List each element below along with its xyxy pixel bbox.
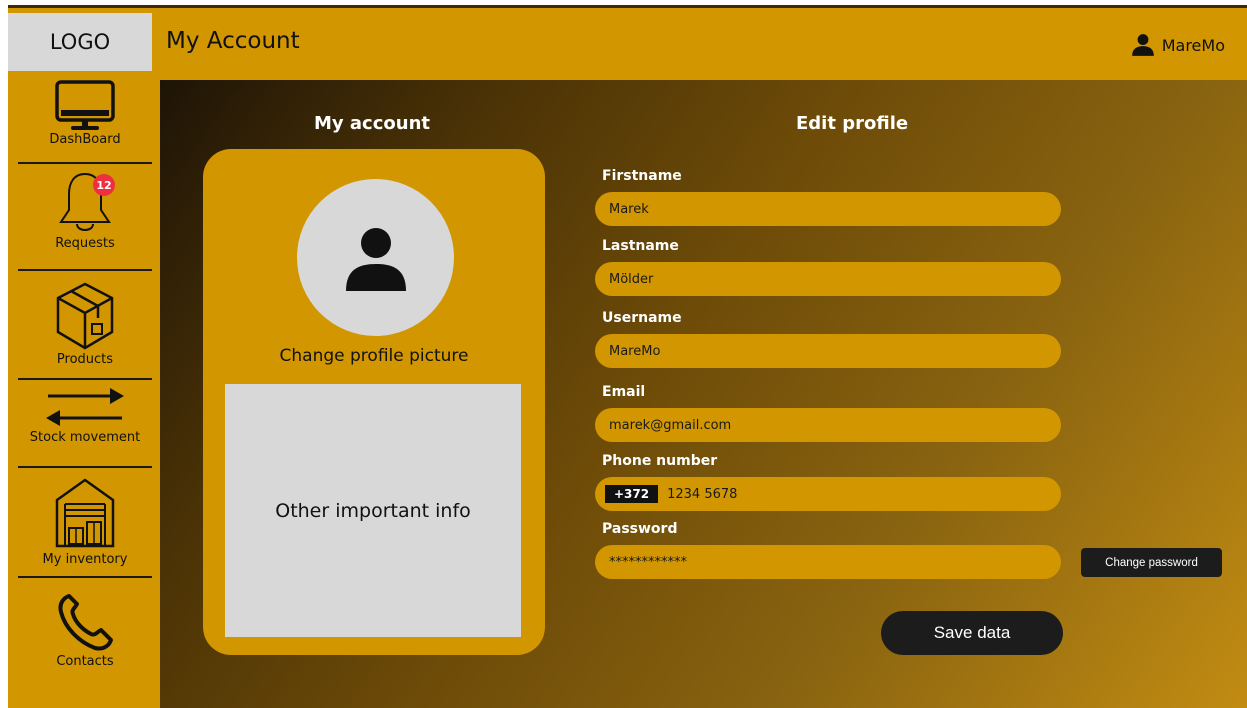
divider [18, 162, 152, 164]
page-title: My Account [166, 28, 300, 54]
firstname-value: Marek [609, 201, 649, 217]
firstname-field[interactable]: Marek [595, 192, 1061, 226]
divider [18, 576, 152, 578]
change-profile-picture-link[interactable]: Change profile picture [203, 346, 545, 366]
lastname-label: Lastname [602, 238, 679, 254]
edit-profile-heading: Edit profile [796, 113, 909, 134]
notification-badge: 12 [93, 174, 115, 196]
username-value: MareMo [609, 343, 661, 359]
divider [18, 269, 152, 271]
monitor-icon [55, 80, 115, 130]
divider [18, 378, 152, 380]
warehouse-icon [55, 478, 115, 548]
user-icon [345, 227, 406, 291]
divider [18, 466, 152, 468]
change-password-button[interactable]: Change password [1081, 548, 1222, 577]
password-value: ************ [609, 554, 687, 570]
email-label: Email [602, 384, 646, 400]
sidebar-item-requests[interactable]: Requests 12 [18, 170, 152, 251]
sidebar-item-label: My inventory [42, 552, 128, 567]
avatar[interactable] [297, 179, 454, 336]
sidebar-item-products[interactable]: Products [18, 280, 152, 367]
sidebar-item-label: Stock movement [29, 430, 141, 445]
save-data-button[interactable]: Save data [881, 611, 1063, 655]
firstname-label: Firstname [602, 168, 682, 184]
sidebar-item-my-inventory[interactable]: My inventory [18, 474, 152, 567]
logo[interactable]: LOGO [8, 13, 152, 71]
phone-field[interactable]: +372 1234 5678 [595, 477, 1061, 511]
sidebar-item-label: Contacts [56, 654, 114, 669]
box-icon [56, 282, 114, 350]
sidebar-item-dashboard[interactable]: DashBoard [18, 80, 152, 147]
sidebar-item-stock-movement[interactable]: Stock movement [18, 384, 152, 445]
my-account-heading: My account [314, 113, 430, 134]
arrows-icon [46, 388, 124, 426]
sidebar: DashBoard Requests 12 Products Stock mov… [8, 78, 160, 708]
sidebar-item-label: Requests [55, 236, 115, 251]
username-field[interactable]: MareMo [595, 334, 1061, 368]
password-field[interactable]: ************ [595, 545, 1061, 579]
lastname-field[interactable]: Mölder [595, 262, 1061, 296]
phone-icon [58, 594, 113, 651]
phone-label: Phone number [602, 453, 718, 469]
sidebar-item-label: DashBoard [49, 132, 121, 147]
user-menu[interactable]: MareMo [1130, 32, 1225, 58]
sidebar-item-label: Products [56, 352, 114, 367]
password-label: Password [602, 521, 678, 537]
sidebar-item-contacts[interactable]: Contacts [18, 590, 152, 669]
info-box: Other important info [225, 384, 521, 637]
email-value: marek@gmail.com [609, 417, 732, 433]
phone-value: 1234 5678 [667, 486, 738, 502]
user-icon [1131, 34, 1154, 56]
lastname-value: Mölder [609, 271, 654, 287]
email-field[interactable]: marek@gmail.com [595, 408, 1061, 442]
country-code[interactable]: +372 [605, 485, 659, 503]
user-name: MareMo [1161, 35, 1225, 55]
username-label: Username [602, 310, 682, 326]
